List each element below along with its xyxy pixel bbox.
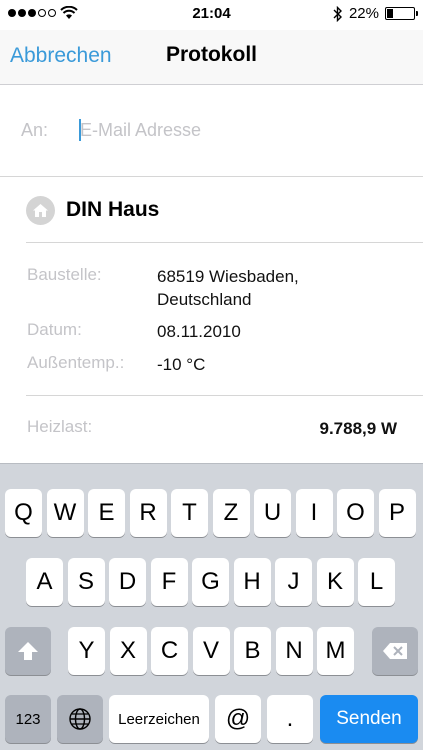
heizlast-value: 9.788,9 W [319, 419, 398, 438]
baustelle-value: 68519 Wiesbaden, Deutschland [157, 265, 299, 311]
divider [26, 242, 423, 243]
key-f[interactable]: F [150, 558, 188, 606]
house-icon [26, 196, 55, 225]
key-s[interactable]: S [67, 558, 105, 606]
send-button[interactable]: Senden [320, 695, 418, 743]
key-q[interactable]: Q [5, 489, 42, 537]
key-k[interactable]: K [316, 558, 354, 606]
key-p[interactable]: P [378, 489, 416, 537]
key-u[interactable]: U [254, 489, 291, 537]
baustelle-line2: Deutschland [157, 290, 252, 309]
key-a[interactable]: A [26, 558, 63, 606]
key-c[interactable]: C [151, 627, 188, 675]
key-z[interactable]: Z [212, 489, 250, 537]
at-key[interactable]: @ [215, 695, 261, 743]
key-h[interactable]: H [233, 558, 271, 606]
project-name: DIN Haus [66, 198, 160, 221]
recipient-label: An: [21, 120, 49, 140]
key-v[interactable]: V [192, 627, 230, 675]
numbers-key[interactable]: 123 [5, 695, 51, 743]
key-b[interactable]: B [234, 627, 271, 675]
key-e[interactable]: E [88, 489, 125, 537]
key-o[interactable]: O [337, 489, 374, 537]
email-input[interactable] [80, 116, 400, 144]
key-w[interactable]: W [46, 489, 84, 537]
shift-arrow-icon [18, 642, 38, 660]
battery-percent: 22% [348, 5, 379, 22]
key-i[interactable]: I [295, 489, 333, 537]
baustelle-label: Baustelle: [27, 265, 102, 284]
divider [26, 395, 423, 396]
aussentemp-label: Außentemp.: [27, 353, 125, 372]
page-title: Protokoll [165, 43, 257, 66]
recipient-row: An: [0, 86, 423, 177]
datum-value: 08.11.2010 [157, 322, 241, 341]
key-r[interactable]: R [129, 489, 167, 537]
key-n[interactable]: N [275, 627, 313, 675]
keyboard: 123 Leerzeichen @ . Senden QWERTZUIOP ASD… [0, 463, 423, 750]
project-header: DIN Haus [0, 178, 423, 243]
backspace-key[interactable] [372, 627, 418, 675]
key-l[interactable]: L [358, 558, 395, 606]
key-j[interactable]: J [275, 558, 312, 606]
bluetooth-icon [333, 5, 342, 22]
battery-fill [387, 9, 393, 18]
heizlast-label: Heizlast: [27, 417, 93, 436]
globe-icon [69, 708, 91, 730]
shift-key[interactable] [5, 627, 51, 675]
aussentemp-value: -10 °C [157, 355, 206, 374]
status-right: 22% [333, 5, 418, 22]
globe-key[interactable] [57, 695, 103, 743]
key-x[interactable]: X [109, 627, 147, 675]
space-key[interactable]: Leerzeichen [109, 695, 209, 743]
key-m[interactable]: M [317, 627, 354, 675]
backspace-icon [383, 643, 407, 659]
key-t[interactable]: T [171, 489, 208, 537]
baustelle-line1: 68519 Wiesbaden, [157, 267, 299, 286]
battery-icon [385, 7, 418, 20]
dot-key[interactable]: . [267, 695, 313, 743]
datum-label: Datum: [27, 320, 82, 339]
key-d[interactable]: D [109, 558, 146, 606]
status-bar: 21:04 22% [0, 0, 423, 30]
navigation-bar: Abbrechen Protokoll [0, 30, 423, 85]
key-y[interactable]: Y [68, 627, 105, 675]
key-g[interactable]: G [192, 558, 229, 606]
